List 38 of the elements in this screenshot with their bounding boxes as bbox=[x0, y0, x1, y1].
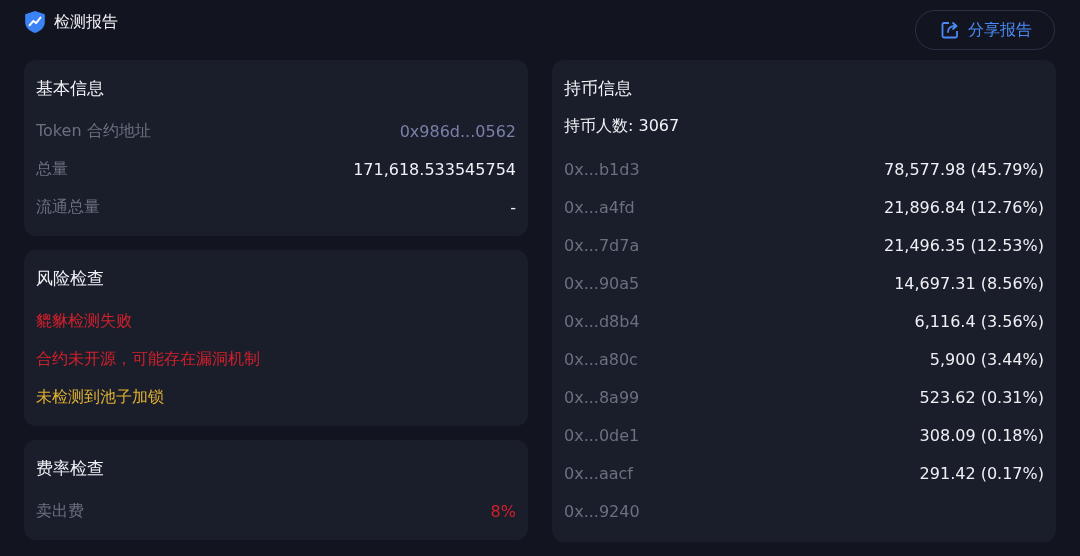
shield-chart-icon bbox=[24, 10, 46, 34]
field-label: Token 合约地址 bbox=[36, 120, 151, 142]
holder-address: 0x...7d7a bbox=[564, 235, 640, 255]
holder-address: 0x...8a99 bbox=[564, 387, 640, 407]
holder-address: 0x...d8b4 bbox=[564, 311, 640, 331]
section-title: 持币信息 bbox=[564, 77, 633, 100]
field-value: 171,618.533545754 bbox=[353, 159, 516, 179]
section-title: 风险检查 bbox=[36, 267, 105, 290]
field-label: 流通总量 bbox=[36, 196, 100, 218]
holder-address: 0x...9240 bbox=[564, 501, 640, 521]
risk-message: 未检测到池子加锁 bbox=[36, 386, 164, 408]
field-value: 0x986d...0562 bbox=[399, 121, 516, 141]
holder-amount: 21,496.35 (12.53%) bbox=[884, 235, 1044, 255]
holder-address: 0x...b1d3 bbox=[564, 159, 640, 179]
risk-message: 貔貅检测失败 bbox=[36, 310, 132, 332]
section-title: 基本信息 bbox=[36, 77, 105, 100]
holder-amount: 14,697.31 (8.56%) bbox=[894, 273, 1044, 293]
holder-amount: 523.62 (0.31%) bbox=[919, 387, 1044, 407]
holder-address: 0x...a4fd bbox=[564, 197, 635, 217]
holder-amount: 5,900 (3.44%) bbox=[929, 349, 1044, 369]
section-title: 费率检查 bbox=[36, 457, 105, 480]
fee-value: 8% bbox=[490, 501, 516, 521]
holder-address: 0x...a80c bbox=[564, 349, 638, 369]
field-label: 总量 bbox=[36, 158, 68, 180]
fee-label: 卖出费 bbox=[36, 500, 84, 522]
holder-amount: 21,896.84 (12.76%) bbox=[884, 197, 1044, 217]
holder-address: 0x...aacf bbox=[564, 463, 633, 483]
risk-message: 合约未开源，可能存在漏洞机制 bbox=[36, 348, 260, 370]
holder-amount: 6,116.4 (3.56%) bbox=[914, 311, 1044, 331]
holder-amount: 308.09 (0.18%) bbox=[919, 425, 1044, 445]
holder-count: 持币人数: 3067 bbox=[564, 115, 681, 137]
holder-amount: 291.42 (0.17%) bbox=[919, 463, 1044, 483]
share-icon bbox=[940, 20, 960, 40]
page-title: 检测报告 bbox=[54, 11, 118, 33]
field-value: - bbox=[510, 197, 516, 217]
holder-address: 0x...0de1 bbox=[564, 425, 640, 445]
holder-amount: 78,577.98 (45.79%) bbox=[884, 159, 1044, 179]
holder-address: 0x...90a5 bbox=[564, 273, 640, 293]
